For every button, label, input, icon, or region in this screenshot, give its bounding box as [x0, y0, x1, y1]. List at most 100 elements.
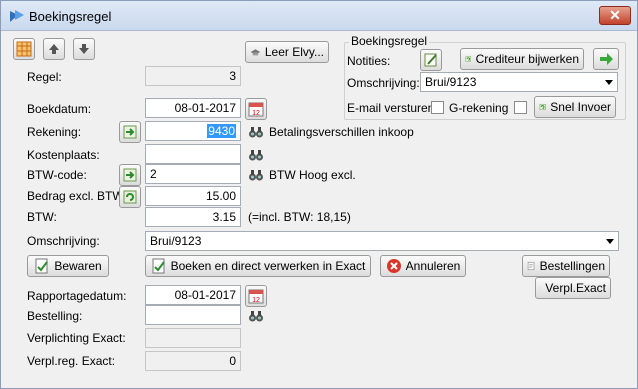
goto-icon — [123, 125, 137, 139]
dialog-content: Leer Elvy... Boekingsregel Notities: Cre… — [7, 31, 633, 384]
rekening-label: Rekening: — [27, 125, 82, 139]
grid-button[interactable] — [13, 38, 35, 60]
chevron-down-icon — [606, 239, 614, 244]
dialog-window: Boekingsregel ✕ Leer Elvy... Boekingsreg… — [0, 0, 638, 389]
save-icon — [152, 258, 165, 274]
snel-invoer-label: Snel Invoer — [550, 100, 611, 114]
verpl-reg-exact-label: Verpl.reg. Exact: — [27, 354, 116, 368]
rapportagedatum-field[interactable]: 08-01-2017 — [145, 285, 241, 305]
rekening-goto-button[interactable] — [119, 121, 141, 143]
kostenplaats-field[interactable] — [145, 144, 241, 164]
title-bar[interactable]: Boekingsregel ✕ — [1, 1, 637, 31]
bedrag-field[interactable]: 15.00 — [145, 186, 241, 206]
btw-code-field[interactable]: 2 — [145, 164, 241, 184]
regel-field: 3 — [145, 66, 241, 86]
document-icon — [527, 261, 535, 271]
refresh-icon — [465, 56, 471, 62]
btw-code-label: BTW-code: — [27, 168, 87, 182]
groupbox-title: Boekingsregel — [349, 34, 430, 48]
bestelling-lookup-button[interactable] — [245, 305, 267, 327]
verplichting-exact-field — [145, 328, 241, 348]
boekdatum-field[interactable]: 08-01-2017 — [145, 98, 241, 118]
bestellingen-button[interactable]: Bestellingen — [522, 255, 610, 277]
btw-code-description: BTW Hoog excl. — [269, 168, 356, 182]
window-title: Boekingsregel — [29, 9, 112, 24]
bestelling-label: Bestelling: — [27, 309, 83, 323]
g-rekening-checkbox[interactable] — [514, 101, 527, 114]
crediteur-bijwerken-button[interactable]: Crediteur bijwerken — [460, 48, 584, 70]
calendar-icon: 12 — [248, 289, 264, 304]
goto-icon — [123, 168, 137, 182]
document-icon — [540, 287, 542, 289]
verplichting-exact-label: Verplichting Exact: — [27, 331, 126, 345]
refresh-icon — [539, 104, 546, 110]
notities-label: Notities: — [347, 54, 391, 68]
verpl-exact-label: Verpl.Exact — [545, 281, 606, 295]
hat-icon — [250, 49, 261, 56]
btw-incl-note: (=incl. BTW: 18,15) — [248, 210, 351, 224]
crediteur-bijwerken-label: Crediteur bijwerken — [475, 52, 579, 66]
boekdatum-label: Boekdatum: — [27, 102, 92, 116]
leer-elvy-label: Leer Elvy... — [264, 45, 324, 59]
bewaren-label: Bewaren — [54, 259, 102, 273]
save-icon — [35, 258, 49, 274]
arrow-down-icon — [79, 44, 89, 54]
group-omschrijving-value: Brui/9123 — [425, 75, 477, 89]
svg-text:12: 12 — [252, 110, 260, 117]
binoculars-icon — [249, 127, 263, 138]
g-rekening-label: G-rekening — [449, 101, 509, 115]
annuleren-button[interactable]: Annuleren — [380, 255, 466, 277]
omschrijving-label: Omschrijving: — [27, 234, 100, 248]
omschrijving-value: Brui/9123 — [150, 234, 202, 248]
binoculars-icon — [249, 150, 263, 161]
btw-field[interactable]: 3.15 — [145, 207, 241, 227]
arrow-up-icon — [49, 44, 59, 54]
notes-icon — [424, 53, 437, 67]
verpl-exact-button[interactable]: Verpl.Exact — [535, 277, 611, 299]
rekening-description: Betalingsverschillen inkoop — [269, 125, 414, 139]
rapportagedatum-label: Rapportagedatum: — [27, 289, 127, 303]
regel-label: Regel: — [27, 70, 62, 84]
bewaren-button[interactable]: Bewaren — [27, 255, 109, 277]
kostenplaats-label: Kostenplaats: — [27, 148, 100, 162]
bestellingen-label: Bestellingen — [539, 259, 605, 273]
boeken-label: Boeken en direct verwerken in Exact — [170, 259, 366, 273]
verpl-reg-exact-field: 0 — [145, 351, 241, 371]
rapportagedatum-calendar-button[interactable]: 12 — [245, 285, 267, 307]
leer-elvy-button[interactable]: Leer Elvy... — [245, 41, 329, 63]
rekening-value: 9430 — [207, 124, 236, 138]
group-omschrijving-label: Omschrijving: — [347, 76, 420, 90]
close-button[interactable]: ✕ — [599, 6, 631, 25]
bedrag-label: Bedrag excl. BTW: — [27, 189, 127, 203]
rekening-field[interactable]: 9430 — [145, 121, 241, 141]
boekdatum-calendar-button[interactable]: 12 — [245, 98, 267, 120]
calendar-icon: 12 — [248, 102, 264, 117]
arrow-right-icon — [600, 53, 613, 65]
grid-icon — [16, 41, 32, 57]
btw-code-lookup-button[interactable] — [245, 164, 267, 186]
annuleren-label: Annuleren — [405, 259, 461, 273]
error-icon — [386, 259, 401, 273]
boeken-button[interactable]: Boeken en direct verwerken in Exact — [145, 255, 371, 277]
btw-label: BTW: — [27, 210, 57, 224]
move-down-button[interactable] — [73, 38, 95, 60]
next-button[interactable] — [593, 48, 619, 70]
binoculars-icon — [249, 170, 263, 181]
group-omschrijving-select[interactable]: Brui/9123 — [420, 72, 618, 92]
rekening-lookup-button[interactable] — [245, 121, 267, 143]
svg-text:12: 12 — [252, 297, 260, 304]
email-versturen-checkbox[interactable] — [431, 101, 444, 114]
email-versturen-label: E-mail versturen — [347, 101, 435, 115]
notes-button[interactable] — [420, 49, 442, 71]
move-up-button[interactable] — [43, 38, 65, 60]
app-icon — [10, 10, 24, 22]
snel-invoer-button[interactable]: Snel Invoer — [534, 96, 616, 118]
chevron-down-icon — [605, 80, 613, 85]
refresh-icon — [123, 190, 137, 204]
btw-code-goto-button[interactable] — [119, 164, 141, 186]
kostenplaats-lookup-button[interactable] — [245, 144, 267, 166]
bestelling-field[interactable] — [145, 305, 241, 325]
binoculars-icon — [249, 311, 263, 322]
omschrijving-select[interactable]: Brui/9123 — [145, 231, 619, 251]
bedrag-refresh-button[interactable] — [119, 186, 141, 208]
